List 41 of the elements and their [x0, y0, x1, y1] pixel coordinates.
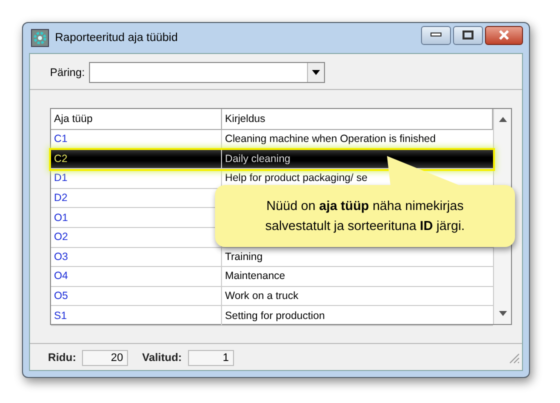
table-cell: Maintenance [225, 270, 286, 282]
close-button[interactable] [485, 26, 523, 44]
maximize-icon [462, 30, 474, 40]
dropdown-arrow-icon [312, 70, 320, 75]
table-cell: Work on a truck [225, 290, 298, 302]
table-cell: C2 [54, 152, 68, 165]
status-label: Ridu: [48, 352, 76, 364]
table-row[interactable]: C2 Daily cleaning [51, 150, 493, 170]
resize-grip-icon [508, 352, 520, 364]
minimize-icon [430, 32, 442, 38]
table-row[interactable]: S1 Setting for production [51, 306, 493, 326]
query-label: Päring: [50, 66, 85, 78]
table-cell: S1 [54, 310, 67, 322]
table-row[interactable]: O5 Work on a truck [51, 286, 493, 306]
query-dropdown[interactable] [88, 62, 325, 83]
scroll-down-icon [498, 311, 506, 316]
close-icon [498, 30, 510, 40]
table-cell: Training [225, 250, 263, 263]
minimize-button[interactable] [421, 26, 451, 44]
table-cell: Setting for production [225, 310, 325, 322]
table-cell: O5 [54, 290, 68, 302]
table-cell: D1 [54, 172, 68, 184]
scroll-up-icon [498, 117, 506, 122]
table-cell: D2 [54, 192, 68, 204]
table-cell: Daily cleaning [225, 152, 290, 165]
window-title: Raporteeritud aja tüübid [55, 32, 179, 44]
status-label: Valitud: [142, 352, 182, 364]
table-cell: O4 [54, 270, 68, 282]
table-cell: Help for product packaging/ se [225, 172, 368, 184]
table-cell: O1 [54, 212, 68, 224]
maximize-button[interactable] [453, 26, 483, 44]
table-cell: O3 [54, 250, 68, 263]
table-cell: C1 [54, 133, 68, 146]
callout-text: Nüüd on aja tüüp näha nimekirjas salvestatult ja sorteerituna ID järgi. [264, 197, 466, 235]
status-value: 1 [188, 350, 234, 366]
status-value: 20 [82, 350, 128, 366]
column-header[interactable]: Aja tüüp [51, 109, 222, 129]
table-cell: Cleaning machine when Operation is finished [225, 133, 436, 146]
gear-icon [31, 29, 49, 47]
table-cell: O2 [54, 231, 68, 244]
table-row[interactable]: O4 Maintenance [51, 267, 493, 287]
